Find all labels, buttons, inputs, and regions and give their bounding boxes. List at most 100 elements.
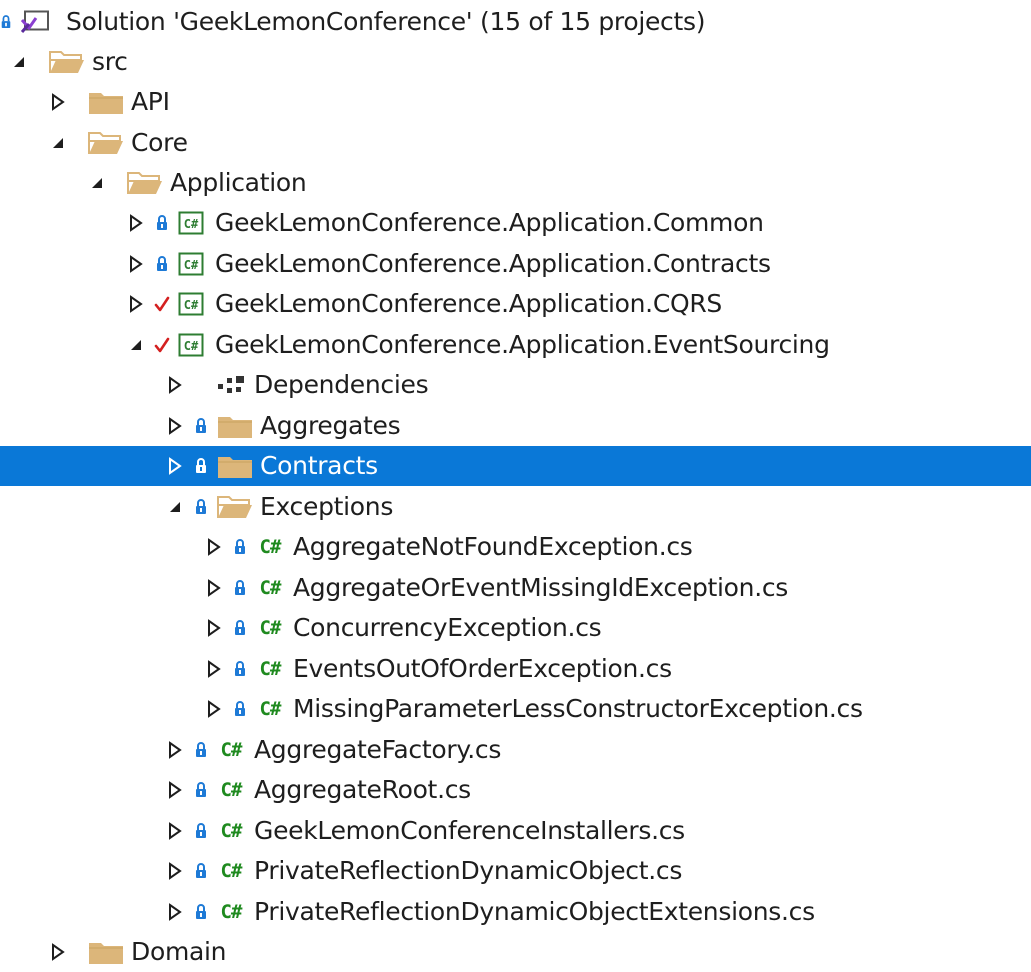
- expand-arrow-icon[interactable]: [199, 608, 229, 648]
- tree-item-label: GeekLemonConference.Application.EventSou…: [215, 330, 830, 359]
- csharp-file-icon: C#: [220, 739, 243, 761]
- lock-icon: [153, 244, 171, 284]
- lock-icon: [192, 406, 210, 446]
- collapse-arrow-icon[interactable]: [4, 42, 34, 82]
- tree-item-aggregatefactory-cs[interactable]: C# AggregateFactory.cs: [0, 730, 1031, 770]
- expand-arrow-icon[interactable]: [43, 82, 73, 122]
- tree-item-geeklemonconference-application-cqrs[interactable]: C# GeekLemonConference.Application.CQRS: [0, 284, 1031, 324]
- lock-icon: [192, 730, 210, 770]
- expand-arrow-icon[interactable]: [160, 811, 190, 851]
- folder-icon: [87, 932, 125, 972]
- collapse-arrow-icon[interactable]: [82, 163, 112, 203]
- tree-item-geeklemonconference-application-contracts[interactable]: C# GeekLemonConference.Application.Contra…: [0, 244, 1031, 284]
- expand-arrow-icon[interactable]: [160, 365, 190, 405]
- tree-item-application[interactable]: Application: [0, 163, 1031, 203]
- lock-icon: [231, 689, 249, 729]
- collapse-arrow-icon[interactable]: [43, 123, 73, 163]
- checked-out-icon: [153, 284, 171, 324]
- folder-open-icon: [126, 163, 164, 203]
- tree-item-label: Core: [131, 128, 188, 157]
- expand-arrow-icon[interactable]: [121, 203, 151, 243]
- tree-item-aggregateroot-cs[interactable]: C# AggregateRoot.cs: [0, 770, 1031, 810]
- lock-icon: [153, 203, 171, 243]
- lock-icon: [192, 892, 210, 932]
- tree-item-label: PrivateReflectionDynamicObjectExtensions…: [254, 897, 815, 926]
- expand-arrow-icon[interactable]: [160, 406, 190, 446]
- tree-item-privatereflectiondynamicobject-cs[interactable]: C# PrivateReflectionDynamicObject.cs: [0, 851, 1031, 891]
- tree-item-privatereflectiondynamicobjectextensions-cs[interactable]: C# PrivateReflectionDynamicObjectExtensio…: [0, 892, 1031, 932]
- csharp-file-icon: C#: [220, 901, 243, 923]
- lock-icon: [231, 608, 249, 648]
- csharp-file-icon: C#: [259, 698, 282, 720]
- expand-arrow-icon[interactable]: [199, 689, 229, 729]
- tree-item-core[interactable]: Core: [0, 123, 1031, 163]
- tree-item-geeklemonconference-application-common[interactable]: C# GeekLemonConference.Application.Common: [0, 203, 1031, 243]
- csharp-file-icon: C#: [259, 577, 282, 599]
- tree-item-aggregatenotfoundexception-cs[interactable]: C# AggregateNotFoundException.cs: [0, 527, 1031, 567]
- tree-item-dependencies[interactable]: Dependencies: [0, 365, 1031, 405]
- tree-item-concurrencyexception-cs[interactable]: C# ConcurrencyException.cs: [0, 608, 1031, 648]
- folder-icon: [87, 82, 125, 122]
- expand-arrow-icon[interactable]: [160, 770, 190, 810]
- tree-item-geeklemonconferenceinstallers-cs[interactable]: C# GeekLemonConferenceInstallers.cs: [0, 811, 1031, 851]
- tree-item-eventsoutoforderexception-cs[interactable]: C# EventsOutOfOrderException.cs: [0, 649, 1031, 689]
- tree-item-label: EventsOutOfOrderException.cs: [293, 654, 672, 683]
- svg-text:C#: C#: [184, 258, 199, 272]
- lock-icon: [192, 770, 210, 810]
- tree-item-label: AggregateRoot.cs: [254, 775, 471, 804]
- expand-arrow-icon[interactable]: [160, 851, 190, 891]
- tree-item-label: PrivateReflectionDynamicObject.cs: [254, 856, 683, 885]
- csharp-file-icon: C#: [259, 536, 282, 558]
- lock-icon: [231, 649, 249, 689]
- lock-icon: [231, 527, 249, 567]
- tree-item-api[interactable]: API: [0, 82, 1031, 122]
- expand-arrow-icon[interactable]: [121, 244, 151, 284]
- tree-item-src[interactable]: src: [0, 42, 1031, 82]
- checked-out-icon: [153, 325, 171, 365]
- tree-item-contracts[interactable]: Contracts: [0, 446, 1031, 486]
- tree-item-label: Contracts: [260, 451, 378, 480]
- lock-icon: [192, 811, 210, 851]
- dependencies-icon: [214, 365, 248, 405]
- folder-icon: [216, 406, 254, 446]
- tree-item-label: Exceptions: [260, 492, 394, 521]
- expand-arrow-icon[interactable]: [199, 527, 229, 567]
- folder-open-icon: [87, 123, 125, 163]
- tree-item-label: GeekLemonConference.Application.CQRS: [215, 289, 722, 318]
- tree-item-domain[interactable]: Domain: [0, 932, 1031, 972]
- solution-explorer-tree: Solution 'GeekLemonConference' (15 of 15…: [0, 0, 1031, 966]
- expand-arrow-icon[interactable]: [121, 284, 151, 324]
- tree-item-label: Aggregates: [260, 411, 401, 440]
- tree-item-label: AggregateNotFoundException.cs: [293, 532, 693, 561]
- expand-arrow-icon[interactable]: [160, 730, 190, 770]
- expand-arrow-icon[interactable]: [160, 446, 190, 486]
- tree-item-missingparameterlessconstructorexception-cs[interactable]: C# MissingParameterLessConstructorExcepti…: [0, 689, 1031, 729]
- lock-icon: [192, 851, 210, 891]
- tree-item-label: GeekLemonConference.Application.Common: [215, 208, 764, 237]
- expand-arrow-icon[interactable]: [160, 892, 190, 932]
- lock-icon: [192, 446, 210, 486]
- tree-item-label: GeekLemonConference.Application.Contract…: [215, 249, 771, 278]
- collapse-arrow-icon[interactable]: [160, 487, 190, 527]
- expand-arrow-icon[interactable]: [43, 932, 73, 972]
- tree-item-geeklemonconference-application-eventsourcing[interactable]: C# GeekLemonConference.Application.EventS…: [0, 325, 1031, 365]
- tree-item-aggregates[interactable]: Aggregates: [0, 406, 1031, 446]
- csharp-project-icon: C#: [177, 244, 205, 284]
- lock-icon: [231, 568, 249, 608]
- expand-arrow-icon[interactable]: [199, 568, 229, 608]
- csharp-file-icon: C#: [259, 658, 282, 680]
- tree-item-label: ConcurrencyException.cs: [293, 613, 602, 642]
- lock-icon: [192, 487, 210, 527]
- csharp-file-icon: C#: [259, 617, 282, 639]
- tree-item-label: AggregateOrEventMissingIdException.cs: [293, 573, 789, 602]
- folder-open-icon: [216, 487, 254, 527]
- collapse-arrow-icon[interactable]: [121, 325, 151, 365]
- tree-item-aggregateoreventmissingidexception-cs[interactable]: C# AggregateOrEventMissingIdException.cs: [0, 568, 1031, 608]
- svg-text:C#: C#: [184, 217, 199, 231]
- tree-item-exceptions[interactable]: Exceptions: [0, 487, 1031, 527]
- tree-item-solution-geeklemonconference-15-of-15-projects[interactable]: Solution 'GeekLemonConference' (15 of 15…: [0, 2, 1031, 42]
- expand-arrow-icon[interactable]: [199, 649, 229, 689]
- tree-item-label: Application: [170, 168, 307, 197]
- folder-open-icon: [48, 42, 86, 82]
- csharp-file-icon: C#: [220, 779, 243, 801]
